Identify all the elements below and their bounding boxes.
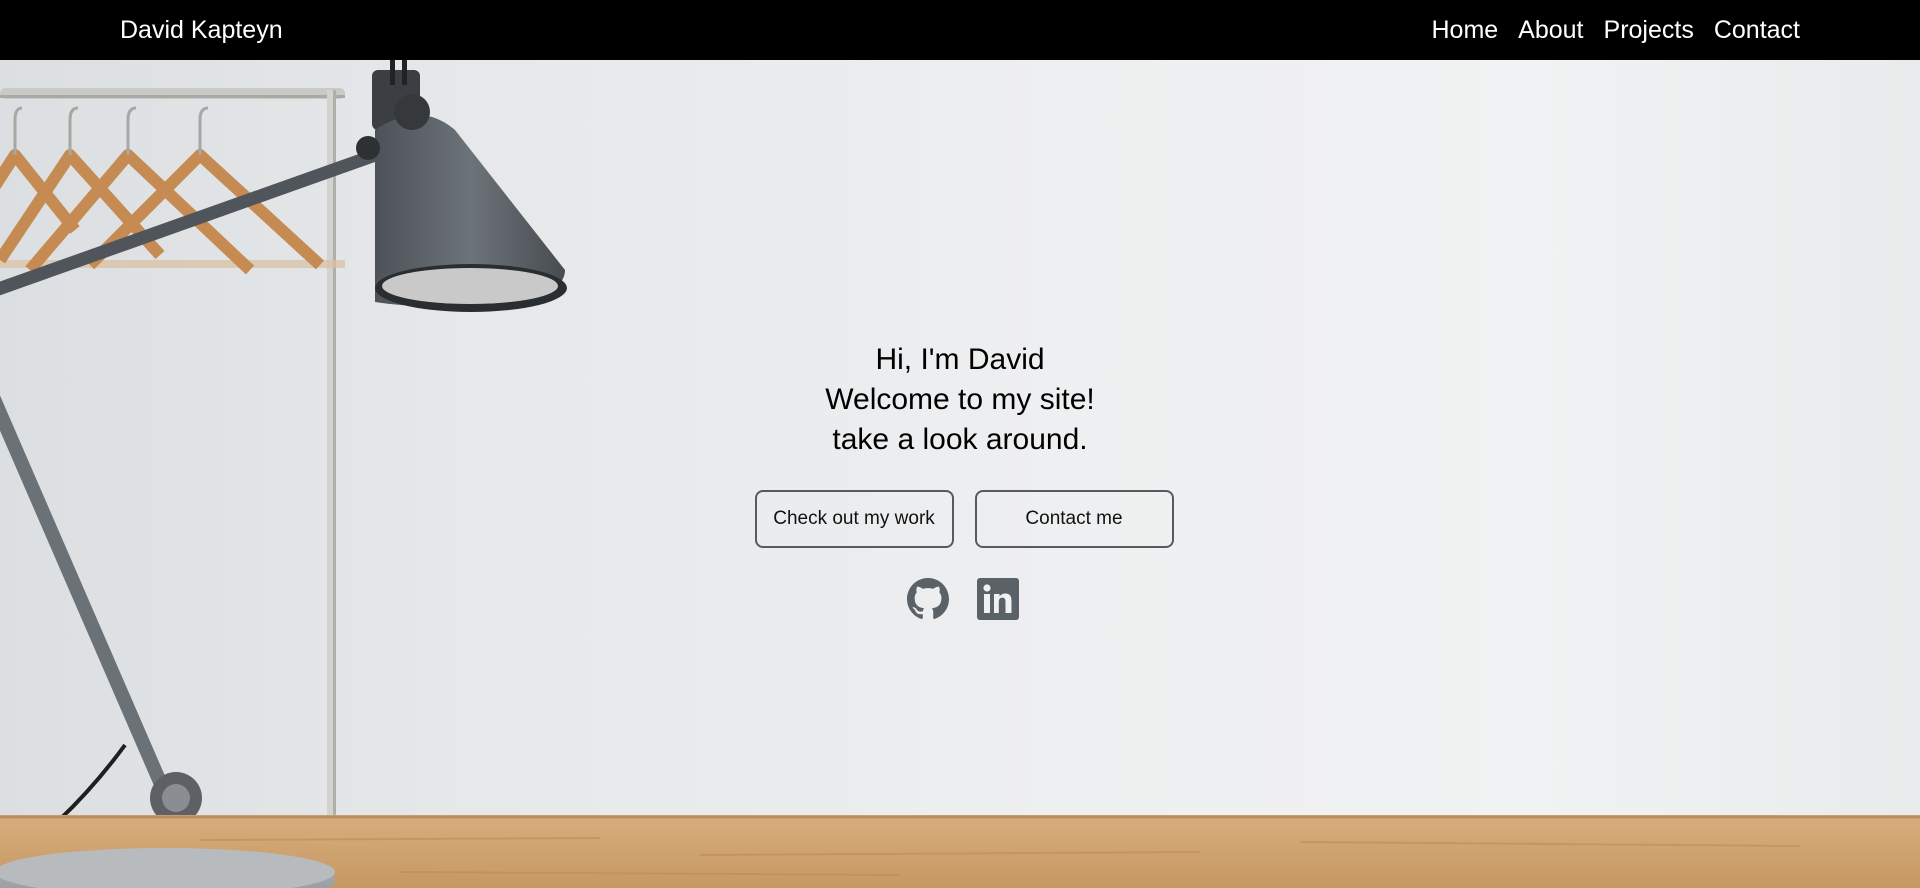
hero-buttons: Check out my work Contact me: [0, 490, 1920, 548]
nav-links: Home About Projects Contact: [1431, 14, 1800, 46]
hero-background-photo: [0, 60, 1920, 888]
github-icon[interactable]: [906, 578, 949, 620]
nav-link-about[interactable]: About: [1518, 14, 1583, 46]
hero-line-look-around: take a look around.: [832, 423, 1088, 456]
hero-line-greeting: Hi, I'm David: [875, 343, 1045, 376]
navbar: David Kapteyn Home About Projects Contac…: [0, 0, 1920, 60]
contact-me-button[interactable]: Contact me: [974, 490, 1174, 548]
social-links: [0, 578, 1920, 620]
hero-line-welcome: Welcome to my site!: [825, 383, 1095, 416]
page: David Kapteyn Home About Projects Contac…: [0, 0, 1920, 888]
hero-heading: Hi, I'm David Welcome to my site! take a…: [0, 340, 1920, 460]
nav-link-contact[interactable]: Contact: [1714, 14, 1800, 46]
nav-link-projects[interactable]: Projects: [1604, 14, 1694, 46]
nav-link-home[interactable]: Home: [1431, 14, 1498, 46]
linkedin-icon[interactable]: [976, 578, 1019, 620]
brand-link[interactable]: David Kapteyn: [120, 14, 283, 46]
check-out-work-button[interactable]: Check out my work: [754, 490, 954, 548]
